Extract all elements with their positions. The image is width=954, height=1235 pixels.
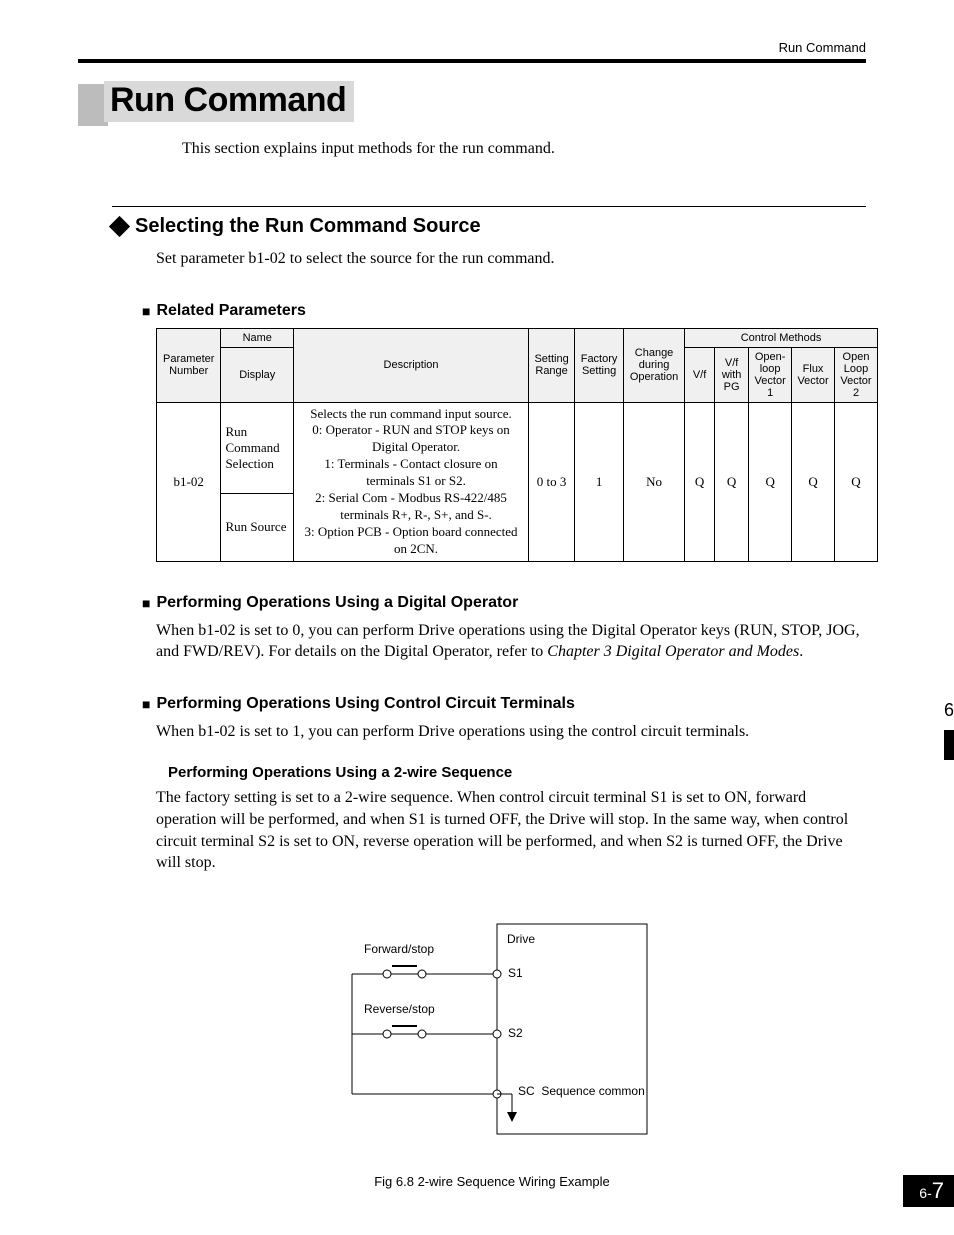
twowire-body: The factory setting is set to a 2-wire s… — [156, 787, 866, 873]
cell-change: No — [623, 402, 684, 561]
cell-olv: Q — [749, 402, 792, 561]
col-display: Display — [221, 347, 294, 402]
wiring-diagram: Forward/stop Reverse/stop Drive S1 S2 SC… — [322, 904, 662, 1164]
digital-op-heading: Performing Operations Using a Digital Op… — [142, 594, 906, 612]
cell-range: 0 to 3 — [529, 402, 575, 561]
section-rule — [112, 206, 866, 207]
label-s1: S1 — [508, 966, 523, 980]
top-rule — [78, 59, 866, 63]
page-number: 6-7 — [903, 1175, 954, 1207]
col-control-methods: Control Methods — [685, 328, 878, 347]
digital-op-body: When b1-02 is set to 0, you can perform … — [156, 620, 866, 663]
label-reverse: Reverse/stop — [364, 1002, 435, 1016]
label-forward: Forward/stop — [364, 942, 434, 956]
cell-olv2: Q — [835, 402, 878, 561]
cell-flux: Q — [792, 402, 835, 561]
section-heading: Selecting the Run Command Source — [135, 215, 481, 238]
col-change: Change during Operation — [623, 328, 684, 402]
col-vfpg: V/f with PG — [715, 347, 749, 402]
label-drive: Drive — [507, 932, 535, 946]
twowire-heading: Performing Operations Using a 2-wire Seq… — [168, 764, 906, 781]
col-vf: V/f — [685, 347, 715, 402]
running-header: Run Command — [78, 40, 906, 55]
cell-desc: Selects the run command input source. 0:… — [294, 402, 529, 561]
cell-param: b1-02 — [157, 402, 221, 561]
side-section-number: 6 — [944, 700, 954, 721]
col-factory: Factory Setting — [575, 328, 624, 402]
parameters-table: Parameter Number Name Description Settin… — [156, 328, 878, 562]
terminals-heading: Performing Operations Using Control Circ… — [142, 695, 906, 713]
label-sc: SC Sequence common — [518, 1084, 645, 1098]
col-olv2: Open Loop Vector 2 — [835, 347, 878, 402]
col-flux: Flux Vector — [792, 347, 835, 402]
cell-vfpg: Q — [715, 402, 749, 561]
related-params-heading: Related Parameters — [142, 302, 906, 320]
diamond-icon — [109, 216, 130, 237]
side-tab — [944, 730, 954, 760]
section-body: Set parameter b1-02 to select the source… — [156, 248, 866, 270]
col-param: Parameter Number — [157, 328, 221, 402]
cell-name: Run Command Selection — [221, 402, 294, 494]
cell-display: Run Source — [221, 494, 294, 562]
terminals-body: When b1-02 is set to 1, you can perform … — [156, 721, 866, 743]
figure-caption: Fig 6.8 2-wire Sequence Wiring Example — [78, 1174, 906, 1189]
col-range: Setting Range — [529, 328, 575, 402]
col-desc: Description — [294, 328, 529, 402]
table-row: b1-02 Run Command Selection Selects the … — [157, 402, 878, 494]
cell-vf: Q — [685, 402, 715, 561]
page-title: Run Command — [110, 81, 346, 119]
col-name: Name — [221, 328, 294, 347]
label-s2: S2 — [508, 1026, 523, 1040]
col-olv: Open-loop Vector 1 — [749, 347, 792, 402]
intro-text: This section explains input methods for … — [182, 140, 906, 158]
cell-factory: 1 — [575, 402, 624, 561]
